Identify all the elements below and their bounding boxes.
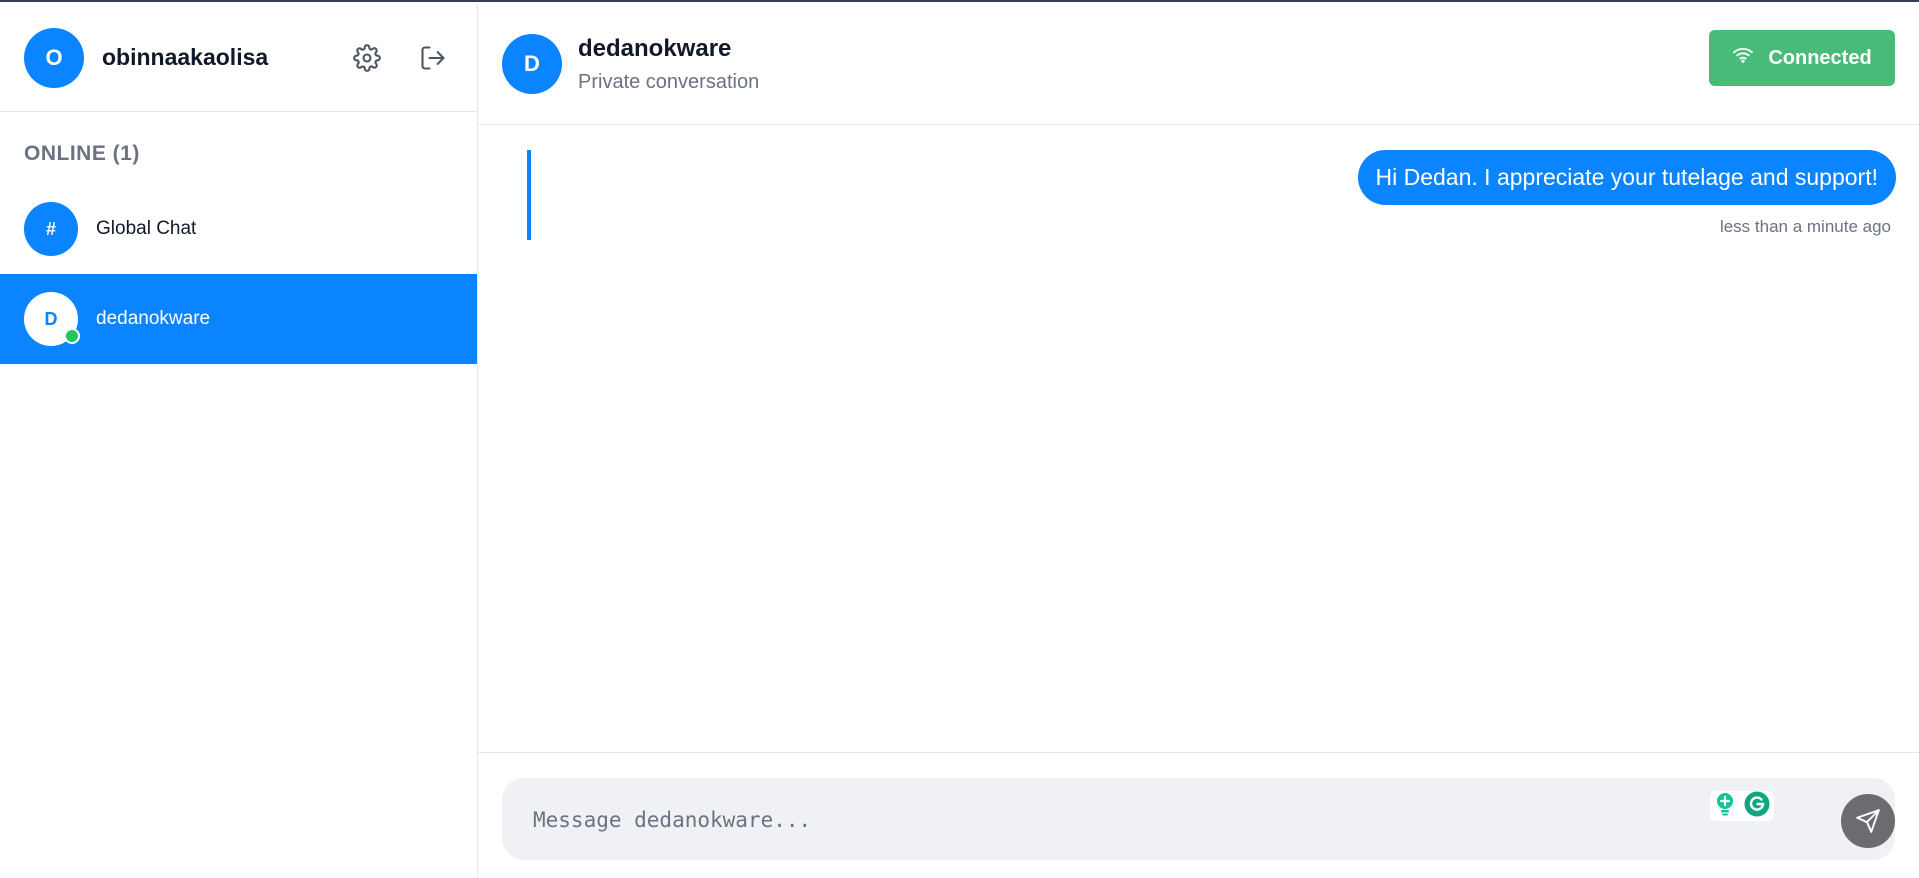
message-input[interactable] xyxy=(531,778,1715,862)
logout-icon xyxy=(421,45,445,70)
online-users-header: ONLINE (1) xyxy=(24,142,140,165)
current-user-bar: O obinnaakaolisa xyxy=(0,4,477,112)
message-timestamp: less than a minute ago xyxy=(1719,217,1891,236)
chat-title: dedanokware xyxy=(578,34,732,62)
send-button[interactable] xyxy=(1841,794,1895,848)
sidebar-item-label: Global Chat xyxy=(96,218,197,239)
chat-header: D dedanokware Private conversation Conne… xyxy=(478,4,1919,125)
message-composer xyxy=(502,778,1895,862)
contact-avatar: D xyxy=(24,292,80,346)
wifi-icon xyxy=(1732,46,1754,64)
sidebar-item-label: dedanokware xyxy=(96,308,211,329)
settings-button[interactable] xyxy=(347,38,387,78)
grammarly-icon[interactable] xyxy=(1744,791,1770,822)
chat-avatar: D xyxy=(502,34,562,94)
contact-avatar-initial: D xyxy=(44,308,58,329)
online-status-dot xyxy=(64,328,80,344)
message-accent-bar xyxy=(527,150,531,240)
chat-subtitle: Private conversation xyxy=(578,70,760,93)
chat-panel: D dedanokware Private conversation Conne… xyxy=(478,4,1919,878)
sidebar-item-dedanokware[interactable]: D dedanokware xyxy=(0,274,477,364)
user-name: obinnaakaolisa xyxy=(102,44,269,70)
logout-button[interactable] xyxy=(413,38,453,78)
send-icon xyxy=(1856,809,1880,833)
chat-title-group: dedanokware Private conversation xyxy=(578,35,1709,94)
message-item: Hi Dedan. I appreciate your tutelage and… xyxy=(1357,150,1896,237)
connection-status-button[interactable]: Connected xyxy=(1709,30,1895,86)
composer-area xyxy=(478,752,1919,878)
message-list[interactable]: Hi Dedan. I appreciate your tutelage and… xyxy=(478,125,1919,752)
sidebar-item-global-chat[interactable]: # Global Chat xyxy=(0,184,477,274)
extension-icons xyxy=(1710,791,1774,821)
user-avatar: O xyxy=(24,27,84,88)
chat-app: O obinnaakaolisa ONLINE (1) # Global Cha… xyxy=(0,4,1919,878)
sidebar: O obinnaakaolisa ONLINE (1) # Global Cha… xyxy=(0,4,478,878)
connection-status-label: Connected xyxy=(1768,46,1872,69)
channel-avatar: # xyxy=(24,202,78,256)
gear-icon xyxy=(353,43,381,72)
message-bubble: Hi Dedan. I appreciate your tutelage and… xyxy=(1357,150,1896,205)
lightbulb-icon[interactable] xyxy=(1714,791,1736,822)
